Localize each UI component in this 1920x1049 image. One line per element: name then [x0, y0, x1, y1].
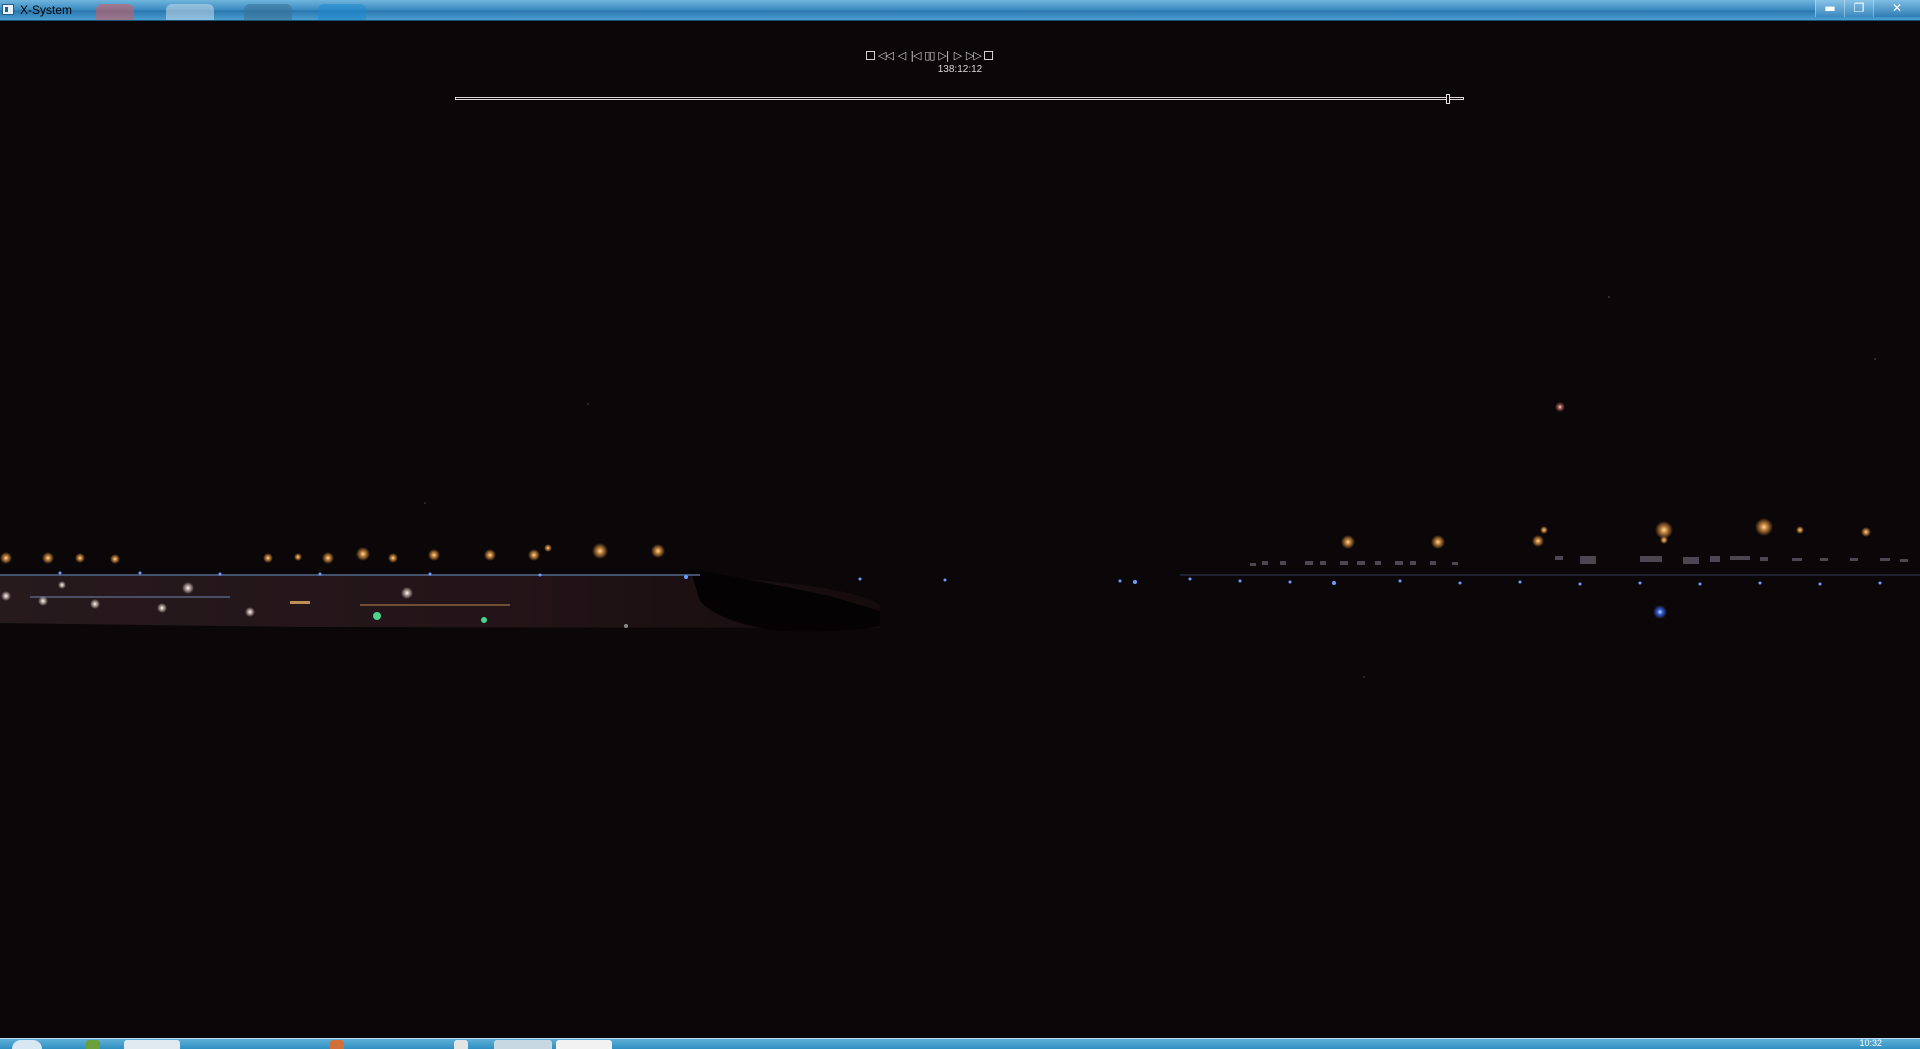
replay-timeline[interactable] [455, 94, 1464, 104]
terminal-lights-right [1341, 518, 1871, 549]
tray-clock[interactable]: 10:32 [1859, 1038, 1882, 1048]
pause-button[interactable]: ▯▯ [924, 49, 935, 62]
night-airport-scene [0, 296, 1920, 678]
timeline-handle[interactable] [1446, 94, 1450, 104]
step-back-button[interactable]: ◁ [896, 49, 907, 62]
play-button[interactable]: ▷ [952, 49, 963, 62]
rewind-fast-button[interactable]: ◁◁ [878, 49, 894, 62]
apron-lights-left [0, 543, 665, 564]
minimize-button[interactable]: ▬ [1815, 0, 1844, 17]
simulator-viewport[interactable]: ◁◁ ◁ |◁ ▯▯ ▷| ▷ ▷▷ 138:12:12 [0, 21, 1920, 1038]
restore-button[interactable]: ❐ [1844, 0, 1873, 17]
app-icon[interactable] [2, 4, 14, 15]
forward-fast-button[interactable]: ▷▷ [966, 49, 982, 62]
terminal-buildings [1250, 556, 1908, 566]
taskbar: 10:32 [0, 1038, 1920, 1049]
close-button[interactable]: ✕ [1873, 0, 1920, 17]
replay-controls: ◁◁ ◁ |◁ ▯▯ ▷| ▷ ▷▷ 138:12:12 [0, 49, 1920, 109]
window-controls: ▬ ❐ ✕ [1815, 0, 1920, 17]
background-tab[interactable] [318, 4, 366, 20]
skip-start-button[interactable]: |◁ [910, 49, 921, 62]
stop-right-button[interactable] [983, 51, 993, 60]
replay-button-row: ◁◁ ◁ |◁ ▯▯ ▷| ▷ ▷▷ [866, 49, 993, 62]
title-bar[interactable]: X-System ▬ ❐ ✕ [0, 0, 1920, 21]
replay-timecode: 138:12:12 [937, 64, 983, 75]
background-tab[interactable] [244, 4, 292, 20]
background-tab[interactable] [166, 4, 214, 20]
stop-left-button[interactable] [866, 51, 875, 60]
background-tab[interactable] [96, 4, 134, 20]
skip-end-button[interactable]: ▷| [938, 49, 949, 62]
window-title: X-System [20, 3, 73, 17]
